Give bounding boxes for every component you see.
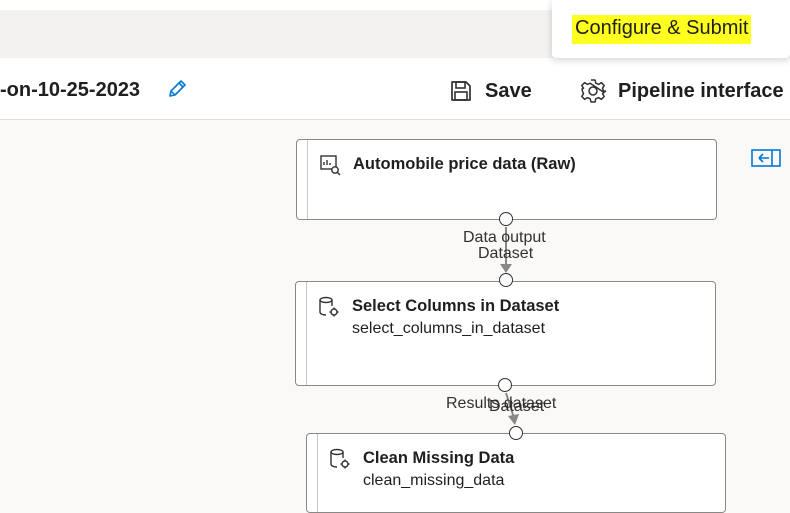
edge-input-label: Dataset — [489, 398, 545, 415]
node-select-columns[interactable]: Select Columns in Dataset select_columns… — [295, 281, 716, 386]
input-port[interactable] — [509, 426, 523, 440]
output-port[interactable] — [499, 212, 513, 226]
pipeline-edges — [500, 227, 519, 425]
node-subtitle: clean_missing_data — [363, 472, 505, 489]
database-gear-icon — [318, 296, 340, 318]
database-gear-icon — [329, 448, 351, 470]
node-title: Clean Missing Data — [363, 449, 515, 467]
node-accent-bar — [307, 140, 308, 219]
node-clean-missing-data[interactable]: Clean Missing Data clean_missing_data — [306, 433, 726, 513]
input-port[interactable] — [499, 273, 513, 287]
node-subtitle: select_columns_in_dataset — [352, 320, 546, 337]
node-accent-bar — [306, 282, 307, 385]
output-port[interactable] — [498, 378, 512, 392]
edge-input-label: Dataset — [478, 245, 534, 262]
dataset-icon — [319, 154, 341, 176]
node-automobile-price-data[interactable]: Automobile price data (Raw) — [296, 139, 717, 220]
node-title: Select Columns in Dataset — [352, 297, 560, 315]
node-accent-bar — [317, 434, 318, 512]
node-title: Automobile price data (Raw) — [353, 155, 576, 173]
